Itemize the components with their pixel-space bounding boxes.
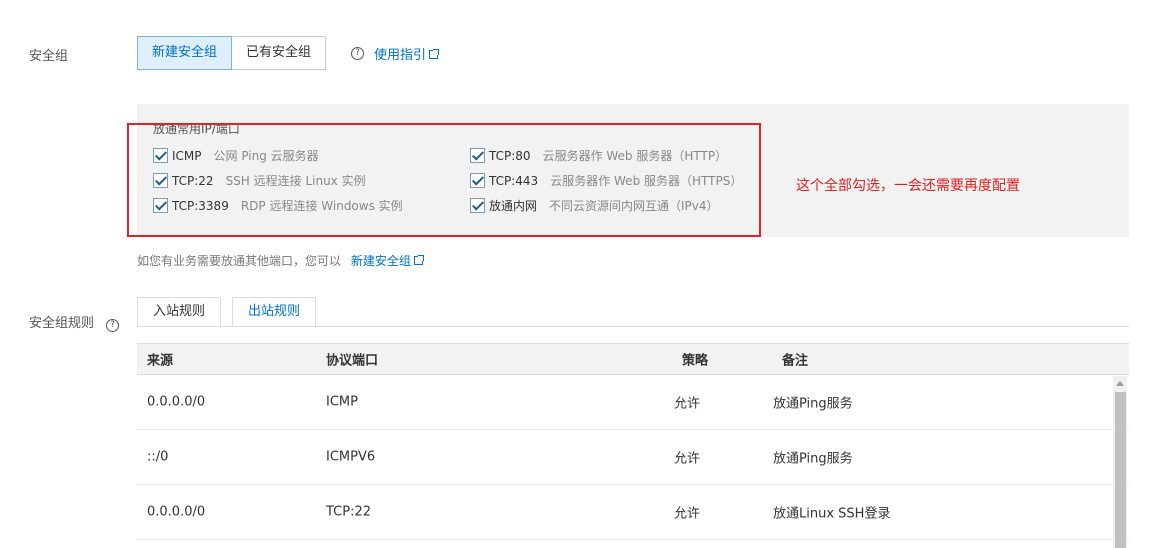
cell-policy: 允许 (674, 451, 701, 467)
help-icon[interactable]: ? (106, 319, 120, 332)
new-security-group-link[interactable]: 新建安全组 (351, 254, 411, 268)
cell-protocol: ICMP (326, 394, 358, 410)
cell-protocol: ICMPV6 (326, 449, 376, 465)
scroll-thumb[interactable] (1115, 392, 1126, 548)
column-policy: 策略 (682, 353, 709, 369)
table-header: 来源 协议端口 策略 备注 (137, 343, 1129, 375)
column-protocol: 协议端口 (326, 353, 379, 369)
rules-label: 安全组规则 ? (29, 312, 120, 332)
cell-policy: 允许 (674, 396, 701, 412)
cell-policy: 允许 (674, 506, 701, 522)
tab-divider (137, 326, 1129, 327)
rules-label-text: 安全组规则 (29, 316, 95, 331)
annotation-note: 这个全部勾选，一会还需要再度配置 (796, 178, 1020, 194)
rules-tabs: 入站规则 出站规则 (137, 297, 327, 328)
cell-source: 0.0.0.0/0 (147, 504, 206, 520)
table-row: 0.0.0.0/0 ICMP 允许 放通Ping服务 (137, 375, 1129, 430)
column-remark: 备注 (782, 353, 809, 369)
annotation-highlight-box (127, 123, 761, 237)
cell-source: ::/0 (147, 449, 169, 465)
table-row: ::/0 ICMPV6 允许 放通Ping服务 (137, 430, 1129, 485)
guide-link-text[interactable]: 使用指引 (374, 48, 426, 63)
security-group-label: 安全组 (29, 49, 69, 64)
tab-inbound[interactable]: 入站规则 (137, 297, 222, 328)
hint-text: 如您有业务需要放通其他端口，您可以 (137, 254, 342, 268)
cell-protocol: TCP:22 (326, 504, 372, 520)
external-link-icon (429, 49, 440, 59)
scroll-up-arrow-icon[interactable] (1113, 379, 1127, 389)
existing-security-group-button[interactable]: 已有安全组 (232, 36, 327, 70)
cell-remark: 放通Ping服务 (773, 396, 853, 412)
cell-remark: 放通Linux SSH登录 (773, 506, 891, 522)
tab-outbound[interactable]: 出站规则 (232, 297, 317, 327)
hint-line: 如您有业务需要放通其他端口，您可以 新建安全组 (137, 252, 424, 269)
column-source: 来源 (147, 353, 174, 369)
guide: ? 使用指引 (351, 44, 440, 63)
security-group-toggle: 新建安全组 已有安全组 (137, 36, 327, 70)
rules-table: 来源 协议端口 策略 备注 0.0.0.0/0 ICMP 允许 放通Ping服务… (137, 343, 1129, 540)
external-link-icon (413, 255, 424, 265)
new-security-group-button[interactable]: 新建安全组 (137, 36, 233, 70)
cell-source: 0.0.0.0/0 (147, 394, 206, 410)
table-row: 0.0.0.0/0 TCP:22 允许 放通Linux SSH登录 (137, 485, 1129, 540)
table-scrollbar[interactable] (1113, 376, 1127, 548)
help-icon[interactable]: ? (351, 47, 364, 60)
guide-link[interactable]: 使用指引 (374, 44, 440, 63)
cell-remark: 放通Ping服务 (773, 451, 853, 467)
